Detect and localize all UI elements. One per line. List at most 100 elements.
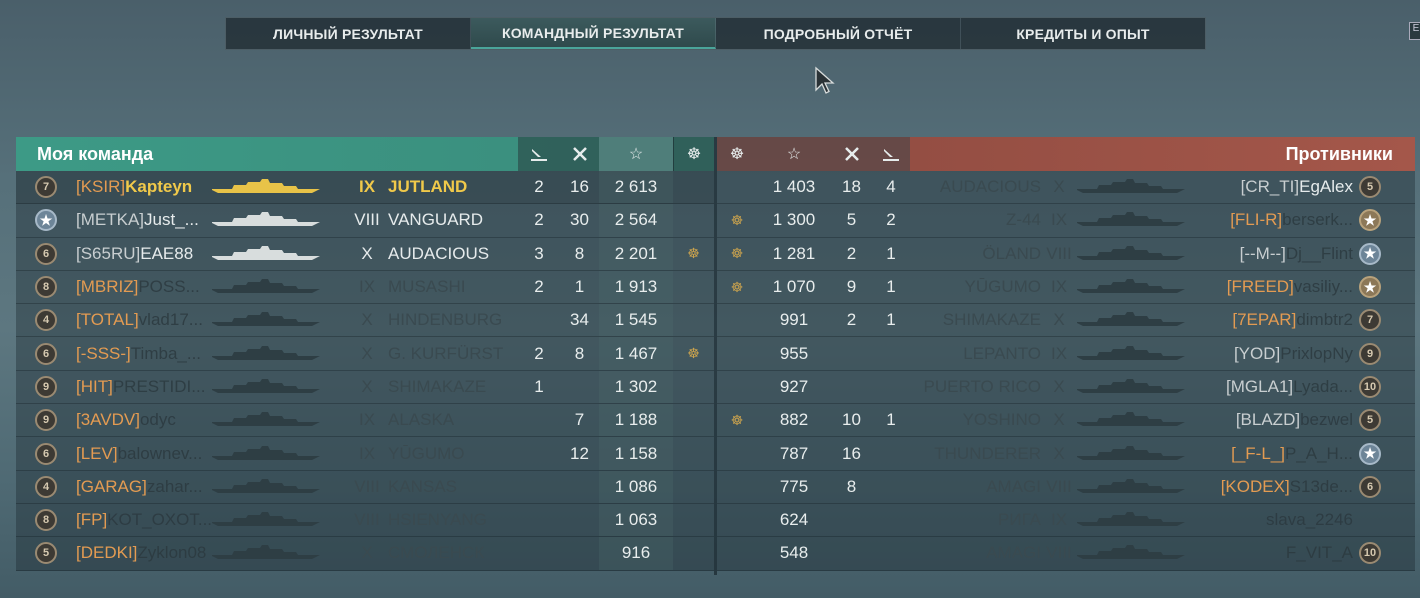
my-team-row[interactable]: 6 [S65RU]EAE88 X AUDACIOUS 3 8 2 201 ☸ [16, 237, 714, 271]
clan-tag: [HIT] [76, 376, 113, 396]
player-name: vlad17... [138, 310, 203, 330]
tab-1[interactable]: КОМАНДНЫЙ РЕЗУЛЬТАТ [471, 18, 716, 49]
enemy-team-row[interactable]: 927 PUERTO RICO X [MGLA1]Lyada... 10 [717, 370, 1415, 405]
enemy-team-row[interactable]: 955 LEPANTO IX [YOD]PrixlopNy 9 [717, 337, 1415, 371]
player-name: bezwel [1300, 410, 1353, 430]
enemy-team-row[interactable]: 548 AMAGI VIII F_VIT_A 10 [717, 537, 1415, 571]
ship-tier: VIII [354, 210, 380, 230]
base-xp: 1 302 [599, 370, 673, 404]
enemy-team-row[interactable]: ☸ 1 281 2 1 ÖLAND VIII [--M--]Dj__Flint ★ [717, 237, 1415, 271]
enemy-team-row[interactable]: 775 8 AMAGI VIII [KODEX]S13de... 6 [717, 470, 1415, 504]
my-team-row[interactable]: 5 [DEDKI]Zyklon08 X СМОЛЕНСК 916 [16, 537, 714, 571]
tab-2[interactable]: ПОДРОБНЫЙ ОТЧЁТ [716, 18, 961, 49]
my-team-row[interactable]: 9 [3AVDV]odyc IX ALASKA 7 1 188 [16, 404, 714, 438]
player-level-icon: 5 [1359, 409, 1381, 432]
ship-name: AUDACIOUS [939, 177, 1041, 197]
enemy-team-row[interactable]: 624 РИГА IX slava_2246 [717, 503, 1415, 538]
ship-tier: X [1053, 410, 1065, 430]
base-xp: 775 [779, 476, 809, 496]
player-level-icon: 4 [35, 309, 57, 332]
my-team-row[interactable]: 8 [FP]KOT_OXOT... VIII HSIENYANG 1 063 [16, 503, 714, 538]
player-name: odyc [139, 410, 176, 430]
ship-tier: IX [358, 410, 376, 430]
base-xp: 1 188 [599, 404, 673, 437]
enemy-team-row[interactable]: ☸ 882 10 1 YOSHINO X [BLAZD]bezwel 5 [717, 404, 1415, 438]
player-level-icon: 7 [35, 176, 57, 199]
my-team-row[interactable]: 6 [LEV]balownev... IX YŪGUMO 12 1 158 [16, 437, 714, 471]
my-team-row[interactable]: 6 [-SSS-]Timba_... X G. KURFÜRST 2 8 1 467 ☸ [16, 337, 714, 371]
enemy-team-row[interactable]: 787 16 THUNDERER X [_F-L_]P_A_H... ★ [717, 437, 1415, 471]
ship-tier: VIII [354, 476, 380, 496]
player-name: berserk... [1282, 210, 1353, 230]
my-team-row[interactable]: 4 [TOTAL]vlad17... X HINDENBURG 34 1 545 [16, 304, 714, 338]
ship-silhouette-icon [1077, 245, 1207, 262]
player-level-icon: ★ [1359, 209, 1381, 232]
enemy-planes-header-icon[interactable] [872, 137, 910, 171]
ship-silhouette-icon [1077, 478, 1207, 495]
player-level-icon: 5 [1359, 176, 1381, 199]
enemy-xp-star-header-icon[interactable]: ☆ [757, 137, 831, 171]
clan-tag: [-SSS-] [76, 343, 131, 363]
clan-tag: [--M--] [1239, 243, 1286, 263]
player-level-icon: 7 [1359, 309, 1381, 332]
ship-tier: IX [1050, 510, 1068, 530]
ship-name: ÖLAND [982, 243, 1041, 263]
ship-name: AUDACIOUS [388, 243, 490, 263]
ship-tier: X [1053, 310, 1065, 330]
ship-name: YŪGUMO [388, 443, 465, 463]
ship-tier: X [1053, 177, 1065, 197]
my-team-title-cell: Моя команда [16, 144, 518, 165]
player-level-icon: 6 [35, 442, 57, 465]
ship-tier: IX [1050, 210, 1068, 230]
xp-star-header-icon[interactable]: ☆ [599, 137, 673, 171]
ship-tier: VIII [354, 510, 380, 530]
ship-tier: IX [358, 177, 376, 197]
base-capture-header-icon[interactable]: ☸ [673, 137, 714, 171]
clan-tag: [METKA] [76, 210, 145, 230]
base-capture-medal-icon: ☸ [730, 245, 744, 262]
player-level-icon: ★ [1359, 276, 1381, 299]
my-team-row[interactable]: 8 [MBRIZ]POSS... IX MUSASHI 2 1 1 913 [16, 270, 714, 305]
enemy-base-capture-header-icon[interactable]: ☸ [717, 137, 757, 171]
my-team-row[interactable]: 9 [HIT]PRESTIDI... X SHIMAKAZE 1 1 302 [16, 370, 714, 405]
player-name: F_VIT_A [1285, 543, 1353, 563]
base-xp: 1 913 [599, 270, 673, 304]
base-xp: 548 [779, 543, 809, 563]
ship-name: G. KURFÜRST [388, 343, 504, 363]
enemy-team-row[interactable]: ☸ 1 070 9 1 YŪGUMO IX [FREED]vasiliy... ★ [717, 270, 1415, 305]
my-team-row[interactable]: ★ [METKA]Just_... VIII VANGUARD 2 30 2 564 [16, 204, 714, 238]
kills: 8 [846, 476, 857, 496]
planes-destroyed: 2 [886, 210, 896, 230]
my-team-row[interactable]: 7 [KSIR]Kapteyn IX JUTLAND 2 16 2 613 [16, 171, 714, 205]
enemy-kills-header-icon[interactable] [831, 137, 872, 171]
ship-silhouette-icon [1077, 512, 1207, 528]
ship-silhouette-icon [212, 512, 352, 528]
clan-tag: [LEV] [76, 443, 118, 463]
tab-0[interactable]: ЛИЧНЫЙ РЕЗУЛЬТАТ [226, 18, 471, 49]
kills: 8 [574, 343, 585, 363]
player-level-icon: 6 [35, 342, 57, 365]
tab-3[interactable]: КРЕДИТЫ И ОПЫТ [961, 18, 1205, 49]
kills: 8 [574, 243, 585, 263]
base-xp: 927 [779, 376, 809, 396]
kills-header-icon[interactable] [560, 137, 599, 171]
base-xp: 1 281 [772, 243, 816, 263]
my-team-row[interactable]: 4 [GARAG]zahar... VIII KANSAS 1 086 [16, 470, 714, 504]
ship-name: РИГА [998, 510, 1041, 530]
corner-menu-icon[interactable]: E [1409, 22, 1420, 40]
enemy-team-row[interactable]: ☸ 1 300 5 2 Z-44 IX [FLI-R]berserk... ★ [717, 204, 1415, 238]
enemy-team-title-cell: Противники [910, 137, 1415, 171]
player-name: dimbtr2 [1296, 310, 1353, 330]
base-xp: 1 086 [599, 470, 673, 503]
base-xp: 2 564 [599, 204, 673, 237]
ship-tier: IX [358, 277, 376, 297]
enemy-team-row[interactable]: 1 403 18 4 AUDACIOUS X [CR_TI]EgAlex 5 [717, 171, 1415, 205]
player-level-icon: 5 [35, 542, 57, 565]
player-level-icon: 10 [1359, 542, 1381, 565]
kills: 2 [846, 243, 857, 263]
ship-tier: IX [1050, 277, 1068, 297]
planes-destroyed-header-icon[interactable] [518, 137, 560, 171]
player-name: Zyklon08 [137, 543, 207, 563]
enemy-team-row[interactable]: 991 2 1 SHIMAKAZE X [7EPAR]dimbtr2 7 [717, 304, 1415, 338]
player-name: P_A_H... [1284, 443, 1353, 463]
